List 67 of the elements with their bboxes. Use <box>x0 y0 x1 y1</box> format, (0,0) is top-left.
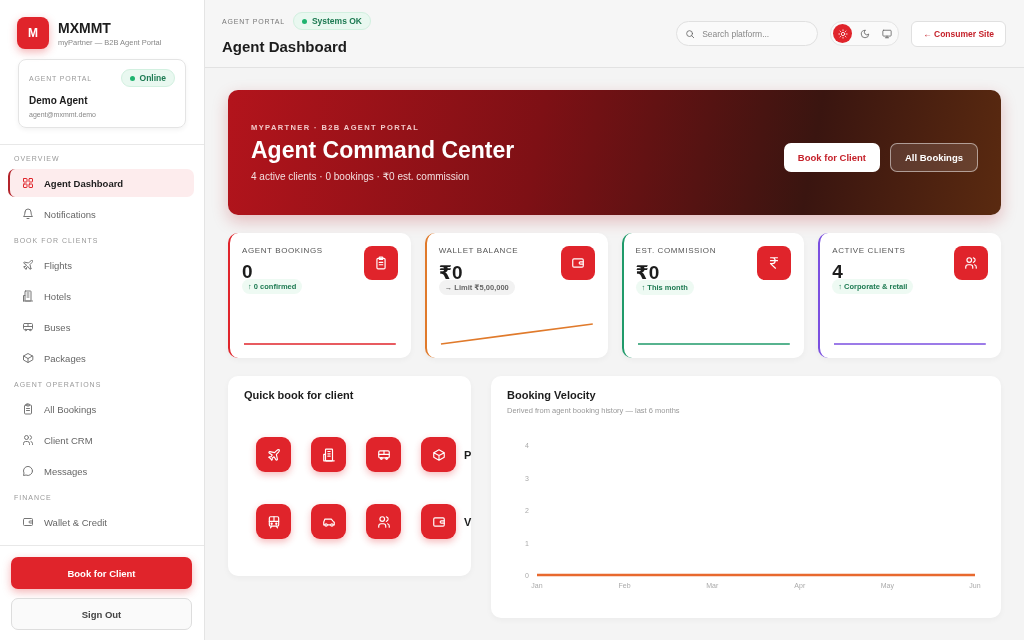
wallet-icon <box>431 514 446 529</box>
nav-item[interactable]: Flights <box>8 251 194 279</box>
status-text: Online <box>139 73 166 83</box>
stat-label: AGENT BOOKINGS <box>242 246 323 255</box>
nav-item[interactable]: Packages <box>8 344 194 372</box>
sign-out-button[interactable]: Sign Out <box>11 598 192 630</box>
bookings-button[interactable]: All Bookings <box>889 143 978 172</box>
wallet-icon <box>22 516 34 528</box>
consumer-site-button[interactable]: ← Consumer Site <box>911 20 1006 47</box>
sun-icon <box>837 28 848 39</box>
box-icon <box>22 352 34 364</box>
quick-book-tile[interactable] <box>311 504 346 539</box>
brand-name: MXMMT <box>58 19 112 36</box>
hero-title: Agent Command Center <box>251 137 515 164</box>
tile-label: P <box>464 448 473 461</box>
status-dot <box>129 75 135 81</box>
status-dot <box>301 18 307 24</box>
clipboard-icon <box>373 256 388 270</box>
plane-icon <box>22 259 34 271</box>
quick-book-tile[interactable] <box>256 437 291 472</box>
card-title: Quick book for client <box>244 389 355 401</box>
stat-label: WALLET BALANCE <box>438 246 519 255</box>
quick-book-tile[interactable] <box>421 437 456 472</box>
quick-book-tile[interactable] <box>421 504 456 539</box>
nav-item[interactable]: Client CRM <box>8 426 194 454</box>
box-icon <box>431 447 446 462</box>
quick-book-tile[interactable] <box>311 437 346 472</box>
status-text: Systems OK <box>311 16 362 26</box>
plane-icon <box>266 447 281 462</box>
page-title: Agent Dashboard <box>222 38 348 55</box>
book-button[interactable]: Book for Client <box>783 143 880 172</box>
chat-bubble-icon <box>22 465 34 477</box>
search-field[interactable]: Search platform... <box>676 21 819 46</box>
quick-book-tile[interactable] <box>366 504 401 539</box>
nav-item[interactable]: Notifications <box>8 200 194 228</box>
bus-icon <box>22 321 34 333</box>
agent-name: Demo Agent <box>29 95 89 106</box>
users-icon <box>22 434 34 446</box>
bus-icon <box>376 447 391 462</box>
nav-item[interactable]: All Bookings <box>8 395 194 423</box>
wallet-icon <box>570 256 585 270</box>
monitor-icon <box>881 28 892 39</box>
search-icon <box>685 29 696 39</box>
hero-subtitle: 4 active clients · 0 bookings · ₹0 est. commission <box>251 171 471 182</box>
users-icon <box>964 256 978 270</box>
nav-item[interactable]: Hotels <box>8 282 194 310</box>
moon-icon <box>859 28 870 39</box>
stat-label: EST. COMMISSION <box>635 246 717 255</box>
building-icon <box>22 290 34 302</box>
users-icon <box>376 514 391 529</box>
clipboard-icon <box>22 403 34 415</box>
nav-item[interactable]: Messages <box>8 457 194 485</box>
nav-item[interactable]: Agent Dashboard <box>8 169 194 197</box>
card-title: Booking Velocity <box>507 389 597 401</box>
quick-book-tile[interactable] <box>256 504 291 539</box>
theme-toggle[interactable] <box>833 24 853 43</box>
nav-item[interactable]: Buses <box>8 313 194 341</box>
train-icon <box>266 514 281 529</box>
logo-badge: M <box>17 17 49 49</box>
building-icon <box>321 447 336 462</box>
grid-icon <box>22 177 34 189</box>
nav-item[interactable]: Wallet & Credit <box>8 508 194 536</box>
tile-label: V <box>464 515 473 528</box>
stat-label: ACTIVE CLIENTS <box>832 246 906 255</box>
bell-icon <box>22 208 34 220</box>
book-button[interactable]: Book for Client <box>11 557 192 589</box>
quick-book-tile[interactable] <box>366 437 401 472</box>
